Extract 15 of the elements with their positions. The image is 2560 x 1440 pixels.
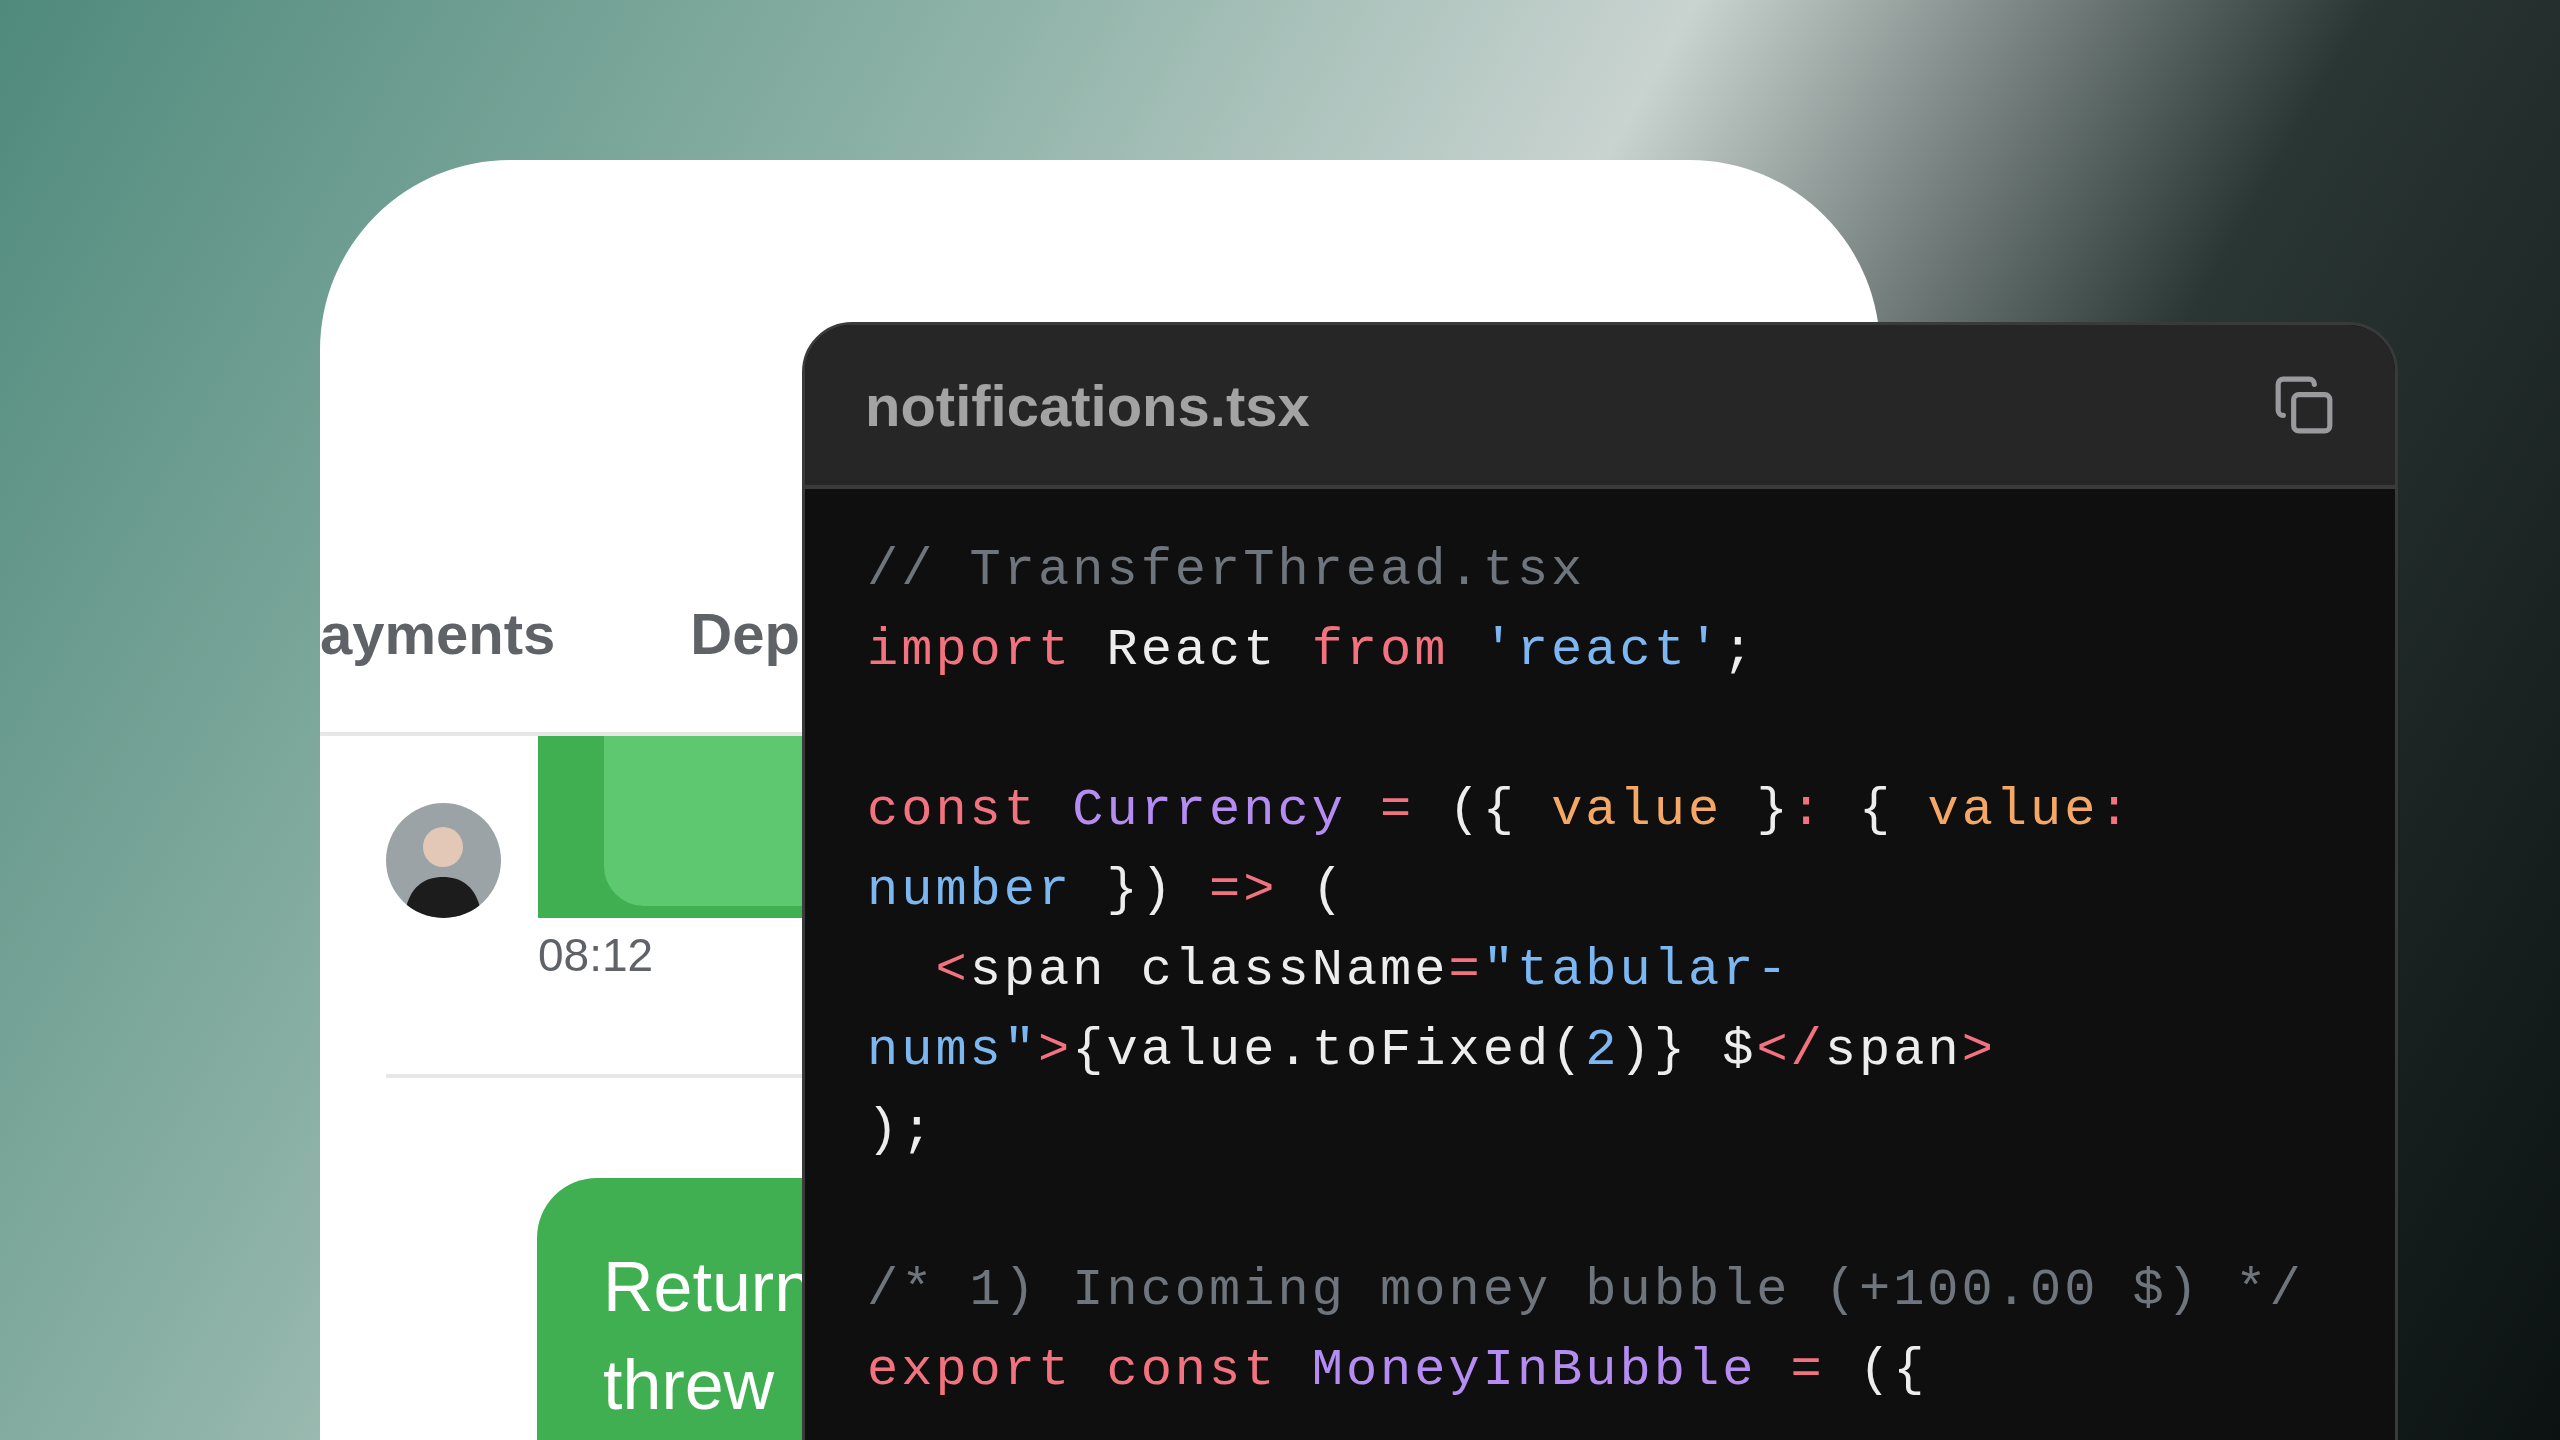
code-line: /* 1) Incoming money bubble (+100.00 $) */ xyxy=(867,1260,2304,1322)
code-line: nums">{value.toFixed(2)} $</span> xyxy=(867,1020,1996,1082)
tab[interactable]: ayments xyxy=(320,605,556,665)
code-line: <span className="tabular- xyxy=(934,940,1791,1002)
code-line: import React from 'react'; xyxy=(867,620,1757,682)
code-line: export const MoneyInBubble = ({ xyxy=(867,1340,1928,1402)
message-text: threw xyxy=(603,1345,775,1427)
file-name: notifications.tsx xyxy=(865,371,1310,440)
code-line: // TransferThread.tsx xyxy=(867,540,1586,602)
code-line: number }) => ( xyxy=(867,860,1346,922)
code-line: ); xyxy=(867,1100,936,1162)
code-line: const Currency = ({ value }: { value: xyxy=(867,780,2133,842)
copy-icon[interactable] xyxy=(2273,374,2335,436)
tab[interactable]: Dep xyxy=(690,605,800,665)
message-time: 08:12 xyxy=(538,931,654,978)
